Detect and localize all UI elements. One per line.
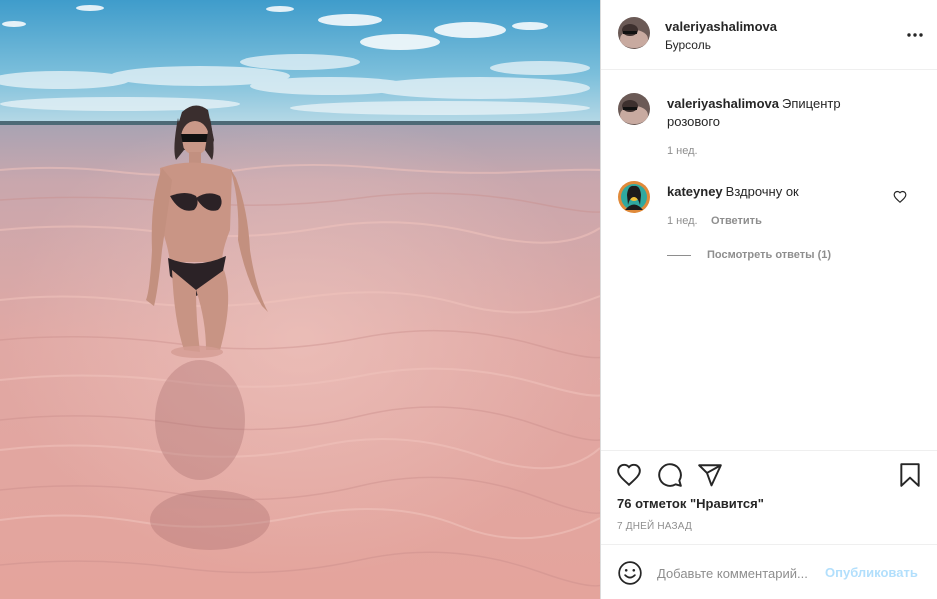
paper-plane-icon — [698, 464, 722, 487]
likes-count[interactable]: 76 отметок "Нравится" — [617, 496, 764, 511]
heart-outline-icon — [617, 463, 641, 487]
beach-photo-image — [0, 0, 600, 599]
smiley-icon — [618, 561, 642, 585]
comment-bubble-icon — [658, 463, 682, 487]
publish-button[interactable]: Опубликовать — [825, 565, 918, 580]
comment-text: Вздрочну ок — [725, 184, 799, 199]
heart-outline-icon — [893, 190, 907, 204]
avatar-image — [618, 17, 650, 49]
post-date[interactable]: 7 ДНЕЙ НАЗАД — [617, 521, 692, 532]
post-header: valeriyashalimova Бурсоль — [601, 0, 937, 70]
post-photo[interactable] — [0, 0, 600, 599]
add-comment-form: Опубликовать — [601, 544, 937, 599]
comment-username[interactable]: kateyney — [667, 184, 723, 199]
caption-username[interactable]: valeriyashalimova — [667, 96, 779, 111]
replies-divider — [667, 254, 691, 256]
more-options-button[interactable] — [906, 26, 924, 44]
avatar-image — [618, 93, 650, 125]
emoji-button[interactable] — [617, 560, 643, 586]
avatar[interactable] — [618, 93, 650, 125]
avatar[interactable] — [618, 181, 650, 213]
caption-timestamp[interactable]: 1 нед. — [667, 145, 698, 157]
comment-timestamp[interactable]: 1 нед. — [667, 215, 698, 227]
post-sidebar: valeriyashalimova Бурсоль valeriyashalim… — [600, 0, 937, 599]
comment-input[interactable] — [657, 562, 823, 584]
view-replies-button[interactable]: Посмотреть ответы (1) — [667, 248, 831, 262]
comment-like-button[interactable] — [893, 190, 907, 204]
post-caption: valeriyashalimova Эпицентр розового — [667, 95, 867, 131]
post-location[interactable]: Бурсоль — [665, 38, 711, 52]
save-button[interactable] — [897, 462, 923, 488]
like-button[interactable] — [616, 462, 642, 488]
comment: kateyney Вздрочну ок — [667, 183, 799, 201]
more-dots-icon — [907, 33, 923, 37]
comments-list: valeriyashalimova Эпицентр розового 1 нед… — [601, 71, 937, 449]
post-actions: 76 отметок "Нравится" 7 ДНЕЙ НАЗАД — [601, 450, 937, 545]
comment-button[interactable] — [657, 462, 683, 488]
view-replies-label: Посмотреть ответы (1) — [707, 249, 832, 261]
reply-button[interactable]: Ответить — [711, 215, 762, 227]
bookmark-icon — [900, 463, 920, 487]
avatar-image — [618, 181, 650, 213]
share-button[interactable] — [697, 462, 723, 488]
avatar[interactable] — [618, 17, 650, 49]
post-username[interactable]: valeriyashalimova — [665, 19, 777, 34]
